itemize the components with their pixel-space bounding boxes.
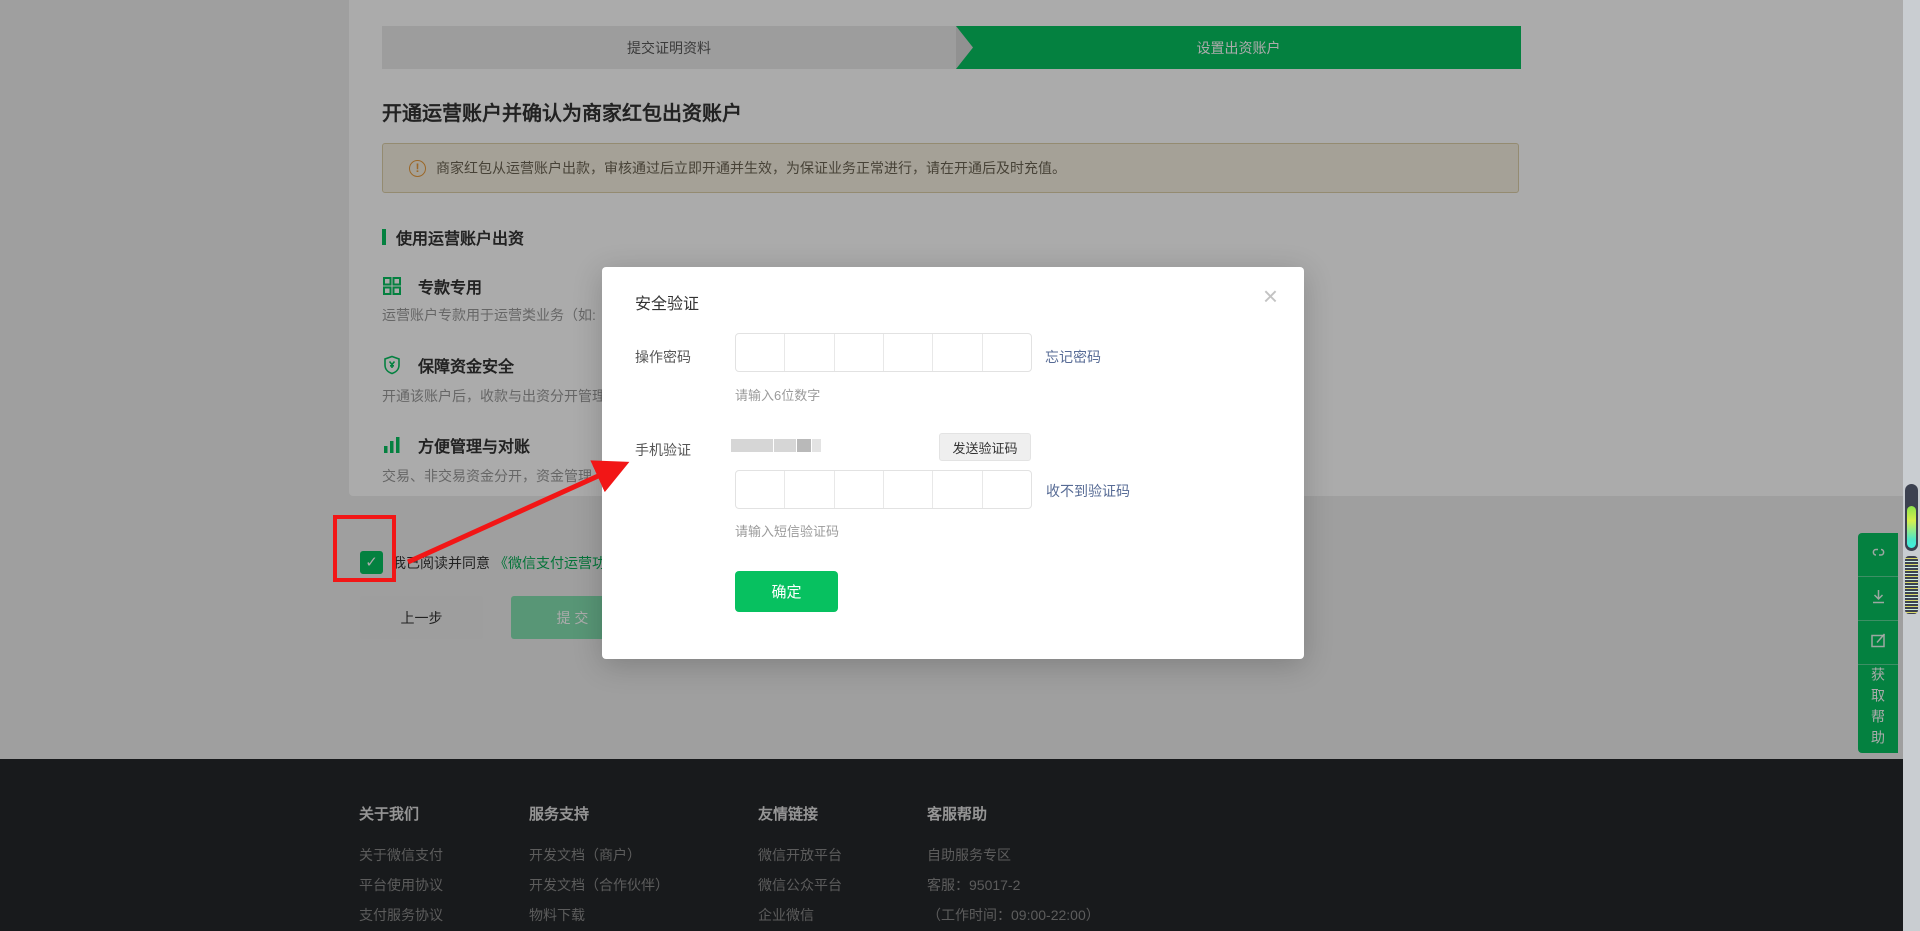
page: 提交证明资料 设置出资账户 开通运营账户并确认为商家红包出资账户 ! 商家红包从… — [0, 0, 1920, 931]
scrollbar-marker-top[interactable] — [1905, 484, 1918, 551]
sms-digit-cell[interactable] — [785, 471, 834, 508]
sms-digit-cell[interactable] — [933, 471, 982, 508]
password-input[interactable] — [735, 333, 1032, 372]
no-code-link[interactable]: 收不到验证码 — [1046, 481, 1130, 501]
masked-phone-number — [731, 439, 822, 452]
password-digit-cell[interactable] — [884, 334, 933, 371]
close-icon[interactable]: × — [1263, 283, 1278, 309]
sms-digit-cell[interactable] — [835, 471, 884, 508]
scrollbar[interactable] — [1903, 0, 1920, 931]
sms-digit-cell[interactable] — [983, 471, 1031, 508]
password-label: 操作密码 — [635, 347, 691, 367]
sms-label: 手机验证 — [635, 440, 691, 460]
password-digit-cell[interactable] — [835, 334, 884, 371]
password-digit-cell[interactable] — [785, 334, 834, 371]
modal-title: 安全验证 — [635, 290, 699, 314]
send-code-button[interactable]: 发送验证码 — [939, 433, 1031, 461]
forgot-password-link[interactable]: 忘记密码 — [1045, 347, 1101, 367]
scrollbar-thumb[interactable] — [1905, 556, 1918, 614]
password-digit-cell[interactable] — [736, 334, 785, 371]
confirm-button[interactable]: 确定 — [735, 571, 838, 612]
redacted-block — [731, 439, 773, 452]
sms-digit-cell[interactable] — [884, 471, 933, 508]
sms-digit-cell[interactable] — [736, 471, 785, 508]
redacted-block — [797, 439, 811, 452]
sms-code-input[interactable] — [735, 470, 1032, 509]
password-digit-cell[interactable] — [983, 334, 1031, 371]
password-hint: 请输入6位数字 — [735, 385, 820, 404]
redacted-block — [812, 439, 821, 452]
sms-hint: 请输入短信验证码 — [735, 521, 839, 540]
password-digit-cell[interactable] — [933, 334, 982, 371]
scrollbar-gradient — [1907, 506, 1916, 548]
redacted-block — [774, 439, 796, 452]
security-verification-modal: 安全验证 × 操作密码 忘记密码 请输入6位数字 手机验证 发送验证码 — [602, 267, 1304, 659]
